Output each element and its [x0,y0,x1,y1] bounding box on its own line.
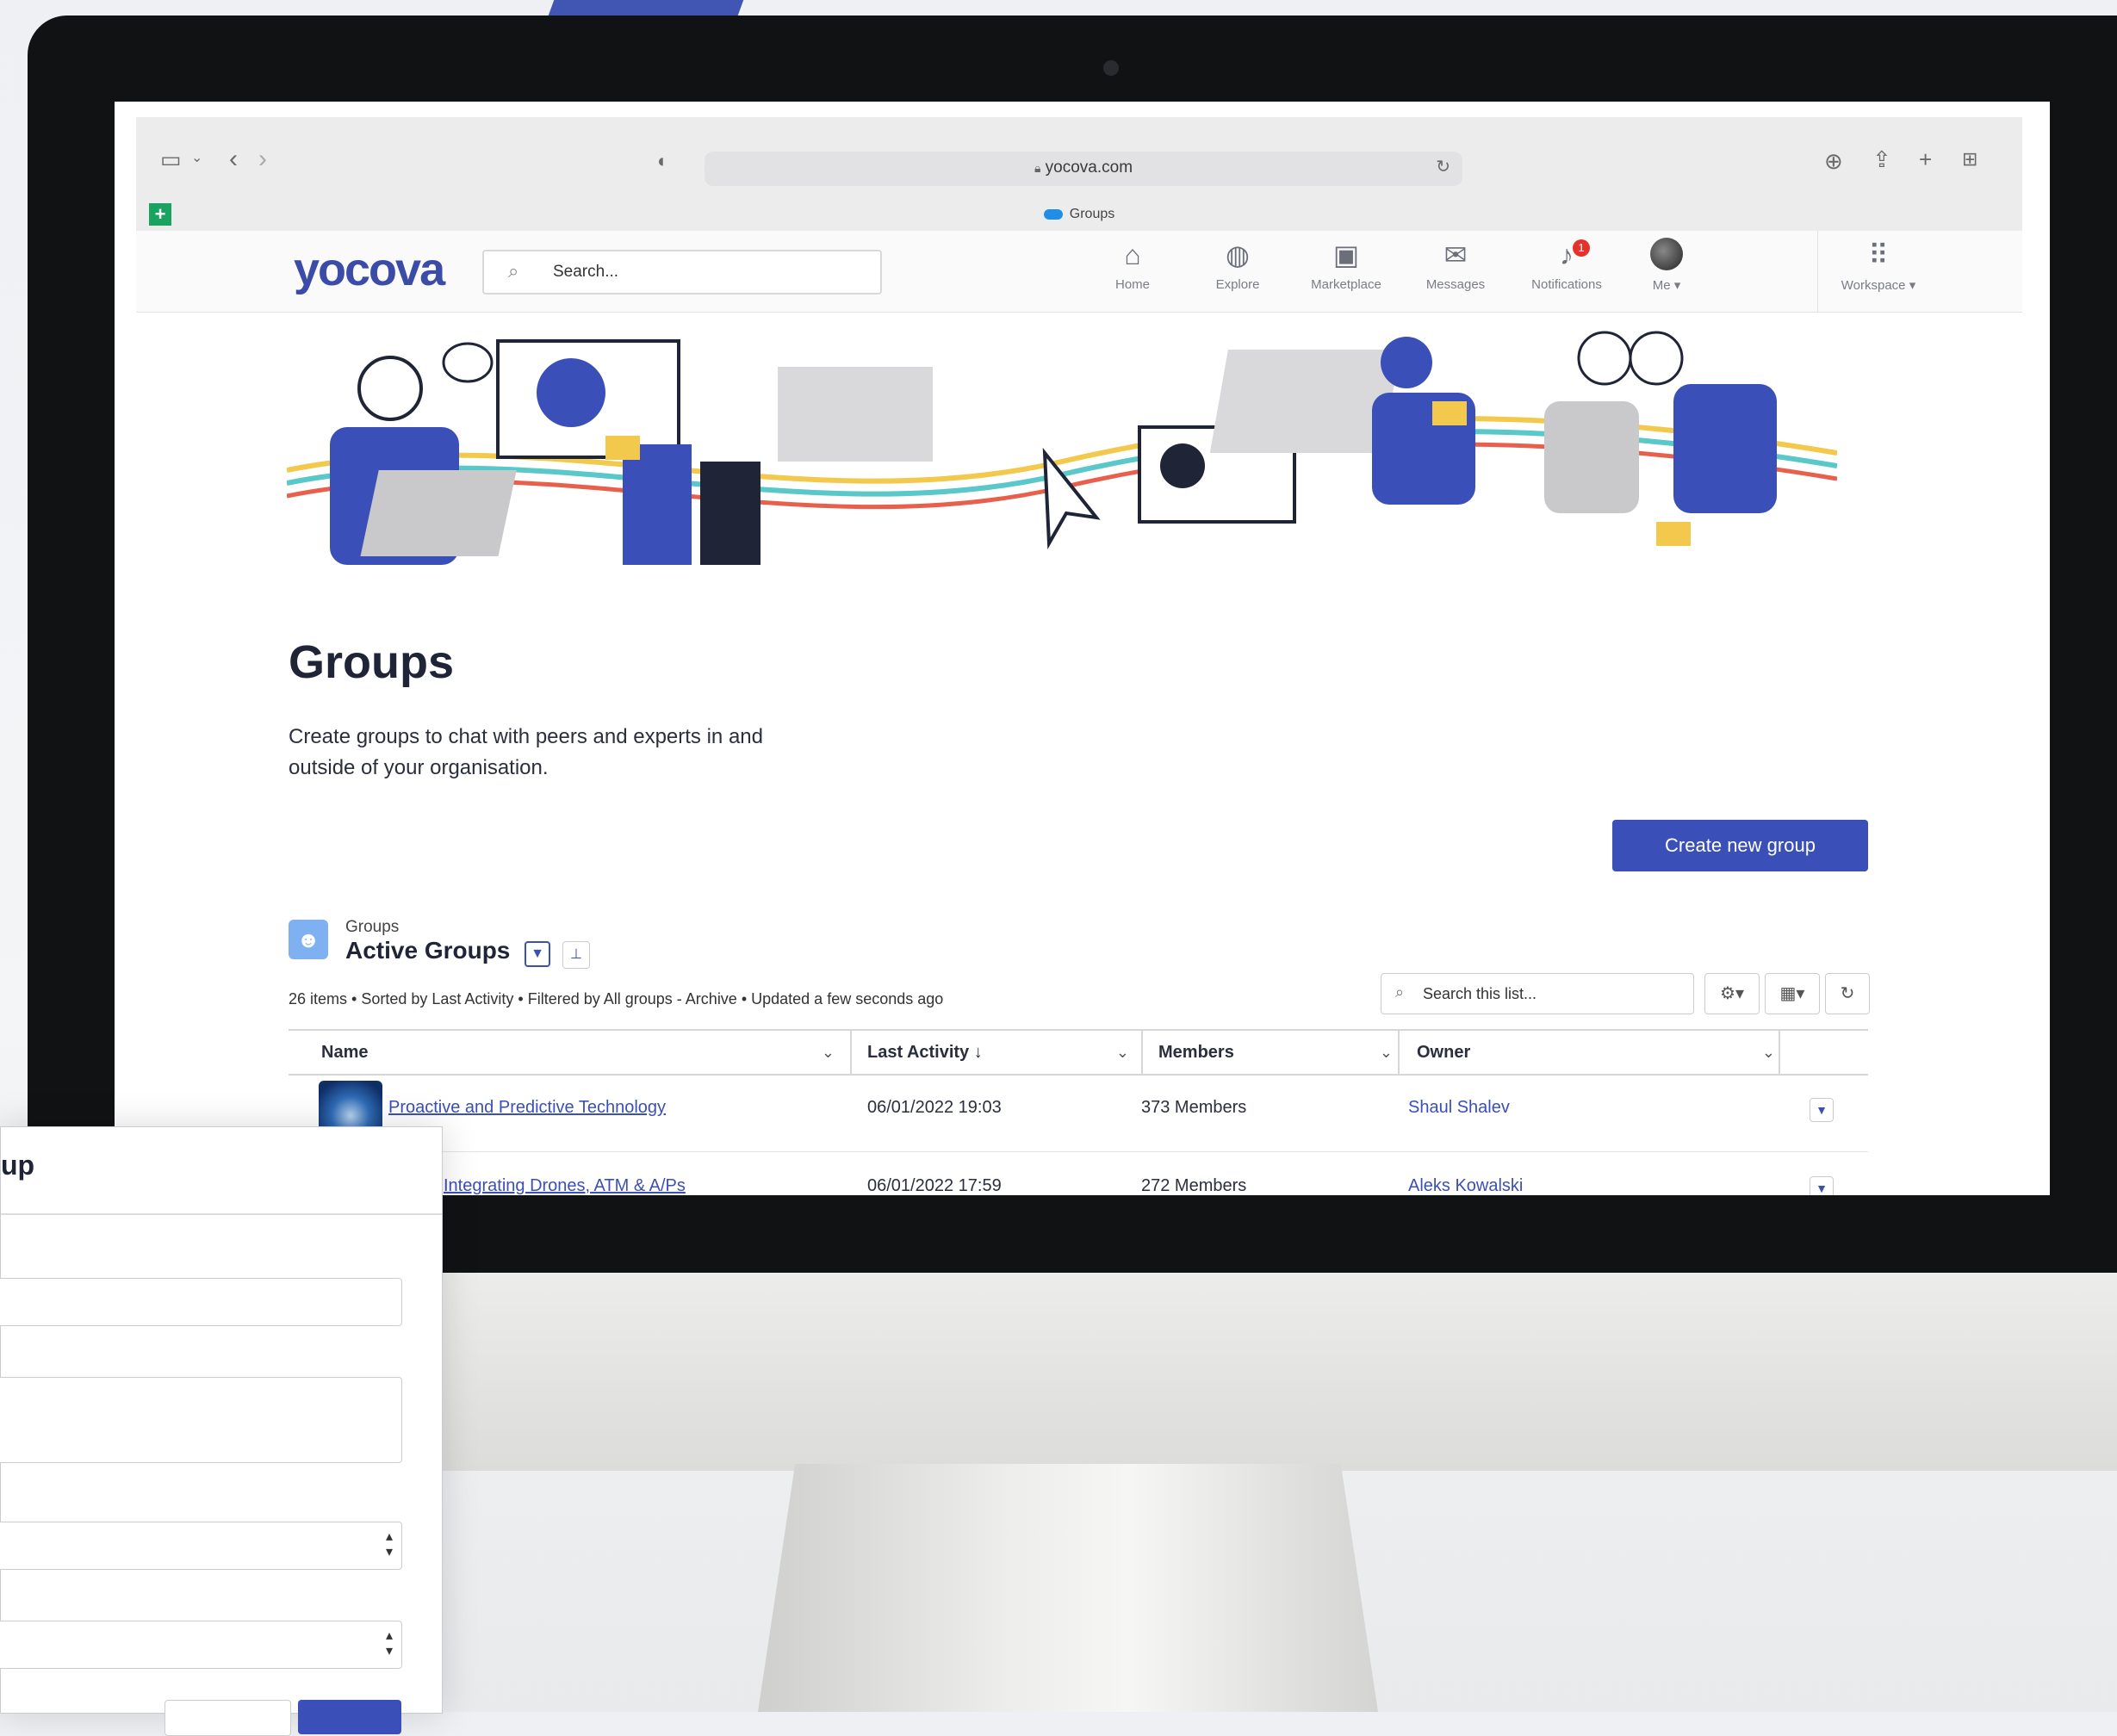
monitor-stand [758,1464,1378,1712]
nav-me[interactable]: Me ▾ [1619,238,1714,293]
modal-title: up [1,1150,35,1181]
list-object-label: Groups [345,918,400,936]
row-actions-icon[interactable]: ▼ [1810,1176,1834,1195]
select-stepper-icon: ▴ ▾ [385,1628,393,1658]
chevron-down-icon[interactable]: ⌄ [191,152,202,165]
gear-icon: ⚙▾ [1720,984,1744,1003]
column-divider [850,1031,852,1074]
nav-workspace[interactable]: ⠿ Workspace ▾ [1831,238,1926,293]
nav-home[interactable]: ⌂ Home [1085,238,1180,292]
app-header: yocova ⌕ Search... ⌂ Home ◍ Explore ▣ Ma… [136,231,2022,313]
caret-down-icon: ▾ [1909,278,1916,293]
caret-down-icon: ▾ [1673,278,1681,293]
search-icon: ⌕ [1395,983,1405,1001]
decorative-stripe [548,0,744,16]
modal-select-1[interactable]: ▴ ▾ [0,1522,402,1570]
camera-dot [1103,60,1119,76]
page-title: Groups [289,636,455,688]
screen: ▭ ⌄ ‹ › ◐ 🔒︎ yocova.com ↻ ⊕ ⇪ + ⊞ + Grou… [115,102,2050,1195]
home-icon: ⌂ [1124,239,1141,270]
url-text: 🔒︎ yocova.com [1034,158,1133,177]
group-name-field[interactable] [0,1278,402,1326]
nav-explore[interactable]: ◍ Explore [1190,238,1285,292]
last-activity: 06/01/2022 19:03 [867,1098,1002,1117]
create-new-group-button[interactable]: Create new group [1612,820,1868,871]
table-row: Proactive and Predictive Technology 06/0… [289,1074,1868,1152]
owner-link[interactable]: Aleks Kowalski [1408,1176,1523,1195]
avatar [1650,238,1683,270]
column-divider [1398,1031,1400,1074]
chevron-down-icon[interactable]: ⌄ [1380,1031,1393,1074]
browser-toolbar: ▭ ⌄ ‹ › ◐ 🔒︎ yocova.com ↻ ⊕ ⇪ + ⊞ + Grou… [136,117,2022,232]
refresh-button[interactable]: ↻ [1825,973,1870,1014]
members-count: 373 Members [1141,1098,1247,1117]
list-meta: 26 items • Sorted by Last Activity • Fil… [289,990,944,1008]
forward-icon[interactable]: › [258,146,267,172]
grid-icon: ⠿ [1868,239,1889,270]
new-tab-icon[interactable]: + [1919,148,1932,170]
pin-icon[interactable]: ⊥ [562,941,590,969]
chevron-down-icon[interactable]: ⌄ [1762,1031,1775,1074]
column-header-owner[interactable]: Owner ⌄ [1417,1031,1787,1074]
list-view-name[interactable]: Active Groups [345,937,510,964]
bell-icon: ♪ [1560,239,1574,270]
column-header-members[interactable]: Members ⌄ [1158,1031,1405,1074]
download-icon[interactable]: ⊕ [1824,150,1843,172]
nav-marketplace[interactable]: ▣ Marketplace [1299,238,1394,292]
list-search-input[interactable]: ⌕ Search this list... [1381,973,1694,1014]
chevron-down-icon[interactable]: ⌄ [822,1031,835,1074]
global-search-input[interactable]: ⌕ Search... [482,250,882,294]
list-search-placeholder: Search this list... [1423,985,1537,1002]
nav-notifications[interactable]: ♪ 1 Notifications [1519,238,1614,292]
row-actions-icon[interactable]: ▼ [1810,1098,1834,1122]
column-divider [1779,1031,1780,1074]
reload-icon[interactable]: ↻ [1436,158,1450,176]
address-bar[interactable]: 🔒︎ yocova.com ↻ [705,152,1462,186]
globe-icon: ◍ [1226,239,1250,270]
modal-save-button[interactable] [298,1700,401,1734]
tab-groups[interactable]: Groups [136,207,2022,222]
table-row: Integrating Drones, ATM & A/Ps 06/01/202… [289,1152,1868,1195]
members-count: 272 Members [1141,1176,1247,1195]
notification-badge: 1 [1573,239,1590,257]
modal-cancel-button[interactable] [165,1700,291,1736]
monitor-icon: ▣ [1332,239,1360,270]
nav-divider [1817,231,1818,312]
sidebar-toggle-icon[interactable]: ▭ [160,148,182,170]
table-header: Name ⌄ Last Activity ↓ ⌄ Members ⌄ Owner ⌄ [289,1029,1868,1076]
groups-icon: ☻ [289,920,328,959]
nav-messages[interactable]: ✉ Messages [1408,238,1503,292]
list-settings-button[interactable]: ⚙▾ [1704,973,1760,1014]
new-group-modal: up ▴ ▾ ▴ ▾ [0,1126,443,1736]
group-description-field[interactable] [0,1377,402,1463]
last-activity: 06/01/2022 17:59 [867,1176,1002,1195]
modal-divider [1,1213,442,1215]
share-icon[interactable]: ⇪ [1872,148,1891,170]
owner-link[interactable]: Shaul Shalev [1408,1098,1510,1118]
page-description: Create groups to chat with peers and exp… [289,725,763,779]
display-as-button[interactable]: ▦▾ [1765,973,1820,1014]
modal-select-2[interactable]: ▴ ▾ [0,1621,402,1669]
search-icon: ⌕ [508,260,519,282]
table-icon: ▦▾ [1779,984,1805,1003]
tab-overview-icon[interactable]: ⊞ [1962,150,1977,169]
select-stepper-icon: ▴ ▾ [385,1529,393,1559]
column-header-name[interactable]: Name ⌄ [321,1031,847,1074]
back-icon[interactable]: ‹ [229,146,238,172]
groups-banner-illustration [287,331,1837,565]
cloud-icon [1043,208,1063,220]
refresh-icon: ↻ [1840,984,1855,1003]
group-name-link[interactable]: Integrating Drones, ATM & A/Ps [444,1176,686,1195]
yocova-logo[interactable]: yocova [294,243,445,296]
shield-icon[interactable]: ◐ [657,152,668,170]
list-view-dropdown-icon[interactable]: ▼ [525,941,550,967]
envelope-icon: ✉ [1443,239,1468,270]
chevron-down-icon[interactable]: ⌄ [1116,1031,1129,1074]
column-divider [1141,1031,1143,1074]
search-placeholder: Search... [553,263,619,281]
group-name-link[interactable]: Proactive and Predictive Technology [388,1098,666,1118]
lock-icon: 🔒︎ [1034,161,1041,175]
column-header-last-activity[interactable]: Last Activity ↓ ⌄ [867,1031,1141,1074]
